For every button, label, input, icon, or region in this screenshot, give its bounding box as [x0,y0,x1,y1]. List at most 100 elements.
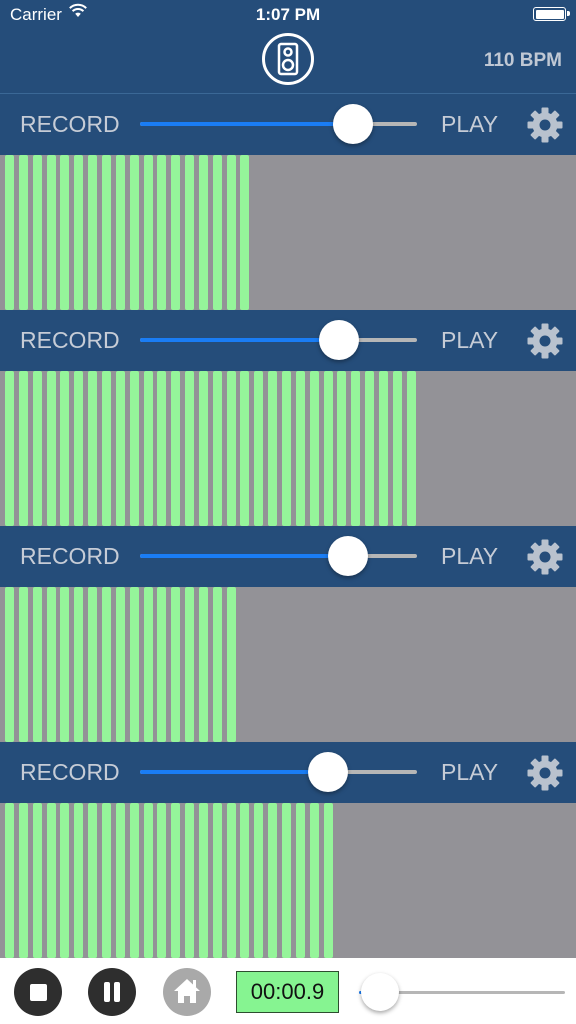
record-label[interactable]: RECORD [20,111,120,138]
home-button[interactable] [163,968,211,1016]
wave-bar [102,803,111,958]
wave-bar [198,155,208,310]
record-label[interactable]: RECORD [20,543,120,570]
record-label[interactable]: RECORD [20,327,120,354]
track: RECORD PLAY [0,526,576,742]
wave-bar [212,803,222,958]
play-label[interactable]: PLAY [441,327,498,354]
gear-icon[interactable] [526,538,564,576]
wave-bar [406,371,416,526]
gear-icon[interactable] [526,322,564,360]
wave-bar [74,155,84,310]
wave-bar [226,587,236,742]
wave-bar [5,371,14,526]
wave-bar [240,371,250,526]
record-play-slider[interactable] [140,320,417,360]
wave-bar [212,371,222,526]
play-label[interactable]: PLAY [441,543,498,570]
slider-thumb[interactable] [308,752,349,792]
wave-bar [295,371,305,526]
wave-bar [32,803,42,958]
track-controls: RECORD PLAY [0,526,576,587]
wave-bar [226,371,236,526]
wave-bar [88,371,98,526]
wave-bar [115,803,125,958]
wave-bar [171,587,181,742]
wave-bar [226,155,236,310]
play-label[interactable]: PLAY [441,111,498,138]
wave-bar [157,803,167,958]
wave-bar [129,371,139,526]
wave-bar [392,371,402,526]
waveform[interactable] [0,587,576,742]
stop-button[interactable] [14,968,62,1016]
wave-bar [171,803,181,958]
slider-thumb[interactable] [319,320,360,360]
wave-bar [46,587,56,742]
gear-icon[interactable] [526,754,564,792]
wave-bar [198,587,208,742]
wave-bar [212,155,222,310]
record-play-slider[interactable] [140,752,417,792]
record-play-slider[interactable] [140,536,417,576]
wave-bar [171,155,181,310]
wave-bar [309,371,319,526]
wave-bar [115,371,125,526]
wave-bar [378,371,388,526]
wave-bar [32,587,42,742]
wave-bar [212,587,222,742]
wave-bar [143,587,153,742]
slider-fill [140,122,354,126]
wave-bar [115,155,125,310]
wave-bar [309,803,319,958]
wave-bar [157,155,167,310]
wave-bar [129,803,139,958]
wave-bar [32,155,42,310]
wave-bar [226,803,236,958]
wave-bar [60,803,70,958]
master-slider-thumb[interactable] [360,973,399,1011]
wave-bar [88,155,98,310]
record-label[interactable]: RECORD [20,759,120,786]
wave-bar [185,803,194,958]
bpm-label[interactable]: 110 BPM [484,50,562,72]
master-slider[interactable] [359,973,565,1011]
wave-bar [323,803,333,958]
pause-icon [104,982,110,1002]
track: RECORD PLAY [0,742,576,958]
wave-bar [157,371,167,526]
wave-bar [143,803,153,958]
gear-icon[interactable] [526,106,564,144]
track-controls: RECORD PLAY [0,94,576,155]
wave-bar [157,587,167,742]
wave-bar [282,371,291,526]
wave-bar [323,371,333,526]
wave-bar [5,587,14,742]
wave-bar [88,803,98,958]
transport-bar: 00:00.9 [0,960,576,1024]
wave-bar [351,371,361,526]
pause-button[interactable] [88,968,136,1016]
wave-bar [60,371,70,526]
wave-bar [46,803,56,958]
wave-bar [198,371,208,526]
speaker-icon[interactable] [262,33,314,85]
waveform[interactable] [0,371,576,526]
wave-bar [5,155,14,310]
slider-thumb[interactable] [333,104,374,144]
wave-bar [60,587,70,742]
timer-display: 00:00.9 [236,971,339,1013]
wave-bar [5,803,14,958]
record-play-slider[interactable] [140,104,417,144]
wave-bar [254,803,264,958]
slider-thumb[interactable] [327,536,368,576]
wave-bar [129,587,139,742]
waveform[interactable] [0,803,576,958]
wave-bar [74,371,84,526]
play-label[interactable]: PLAY [441,759,498,786]
header: Carrier 1:07 PM 110 BPM [0,0,576,94]
slider-fill [140,554,348,558]
wave-bar [102,587,111,742]
waveform[interactable] [0,155,576,310]
wave-bar [282,803,291,958]
